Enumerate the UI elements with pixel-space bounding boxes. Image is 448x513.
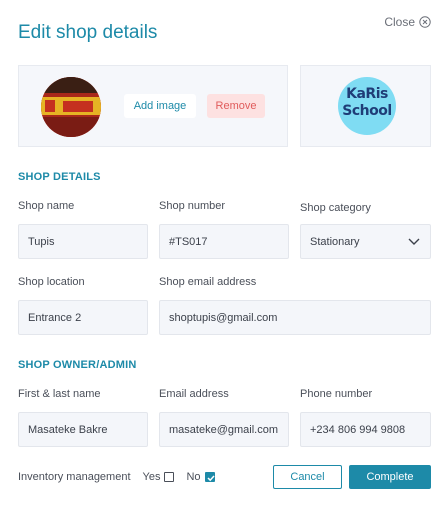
inventory-yes-label: Yes bbox=[142, 471, 161, 483]
inventory-yes-checkbox[interactable] bbox=[164, 472, 175, 482]
shop-location-field[interactable]: Entrance 2 bbox=[18, 300, 148, 335]
owner-email-label: Email address bbox=[159, 388, 229, 400]
shop-number-label: Shop number bbox=[159, 200, 226, 212]
shop-name-label: Shop name bbox=[18, 200, 75, 212]
shop-name-field[interactable]: Tupis bbox=[18, 224, 148, 259]
shop-location-label: Shop location bbox=[18, 276, 85, 288]
owner-phone-field[interactable]: +234 806 994 9808 bbox=[300, 412, 431, 447]
owner-email-field[interactable]: masateke@gmail.com bbox=[159, 412, 289, 447]
inventory-no-label: No bbox=[186, 471, 201, 483]
inventory-no-checkbox[interactable] bbox=[204, 472, 215, 482]
cancel-button[interactable]: Cancel bbox=[273, 465, 342, 489]
shop-category-value: Stationary bbox=[310, 235, 360, 248]
page-title: Edit shop details bbox=[18, 22, 158, 43]
owner-name-field[interactable]: Masateke Bakre bbox=[18, 412, 148, 447]
shop-email-field[interactable]: shoptupis@gmail.com bbox=[159, 300, 431, 335]
close-button[interactable]: Close bbox=[384, 15, 431, 29]
add-image-button[interactable]: Add image bbox=[124, 94, 196, 118]
school-logo-text: KaRis School bbox=[342, 86, 392, 119]
shop-email-label: Shop email address bbox=[159, 276, 257, 288]
chevron-down-icon bbox=[408, 238, 420, 245]
school-logo-panel: KaRis School bbox=[300, 65, 431, 147]
inventory-management: Inventory management Yes No bbox=[18, 471, 223, 483]
checkmark-icon bbox=[207, 475, 215, 482]
shop-image-panel: Add image Remove bbox=[18, 65, 288, 147]
close-circle-icon bbox=[419, 16, 431, 28]
owner-phone-label: Phone number bbox=[300, 388, 373, 400]
complete-button[interactable]: Complete bbox=[349, 465, 431, 489]
shop-category-label: Shop category bbox=[300, 202, 371, 214]
shop-image bbox=[41, 77, 101, 137]
shop-details-heading: SHOP DETAILS bbox=[18, 171, 101, 183]
close-label: Close bbox=[384, 15, 415, 29]
shop-category-select[interactable]: Stationary bbox=[300, 224, 431, 259]
remove-image-button[interactable]: Remove bbox=[207, 94, 265, 118]
shop-number-field[interactable]: #TS017 bbox=[159, 224, 289, 259]
shop-owner-heading: SHOP OWNER/ADMIN bbox=[18, 359, 137, 371]
owner-name-label: First & last name bbox=[18, 388, 101, 400]
inventory-label: Inventory management bbox=[18, 471, 131, 483]
